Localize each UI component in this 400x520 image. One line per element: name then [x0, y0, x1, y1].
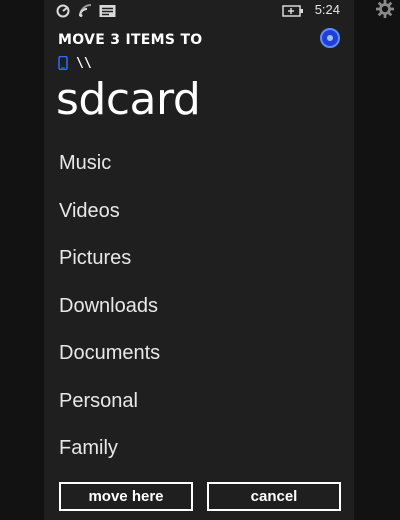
page-title: MOVE 3 ITEMS TO [58, 32, 203, 48]
message-icon [99, 5, 116, 17]
battery-charging-icon [282, 5, 303, 17]
folder-item-downloads[interactable]: Downloads [59, 289, 339, 337]
folder-item-videos[interactable]: Videos [59, 194, 339, 242]
folder-item-family[interactable]: Family [59, 431, 339, 479]
folder-list: Music Videos Pictures Downloads Document… [59, 146, 339, 479]
breadcrumb: \\ [58, 55, 92, 71]
phone-icon [58, 56, 68, 70]
gear-icon[interactable] [376, 0, 394, 18]
cancel-button[interactable]: cancel [207, 482, 341, 511]
folder-item-music[interactable]: Music [59, 146, 339, 194]
right-margin [354, 0, 400, 520]
folder-item-pictures[interactable]: Pictures [59, 241, 339, 289]
clock: 5:24 [314, 2, 340, 17]
folder-item-documents[interactable]: Documents [59, 336, 339, 384]
wifi-icon [79, 4, 92, 17]
left-margin [0, 0, 44, 520]
status-bar: 5:24 [44, 0, 354, 22]
folder-item-personal[interactable]: Personal [59, 384, 339, 432]
phone-screen: 5:24 MOVE 3 ITEMS TO \\ sdcard Music Vid… [44, 0, 354, 520]
path-separator: \\ [76, 55, 92, 71]
move-here-button[interactable]: move here [59, 482, 193, 511]
sync-status-icon[interactable] [320, 28, 340, 48]
current-folder: sdcard [56, 74, 201, 125]
sync-icon [56, 4, 70, 18]
